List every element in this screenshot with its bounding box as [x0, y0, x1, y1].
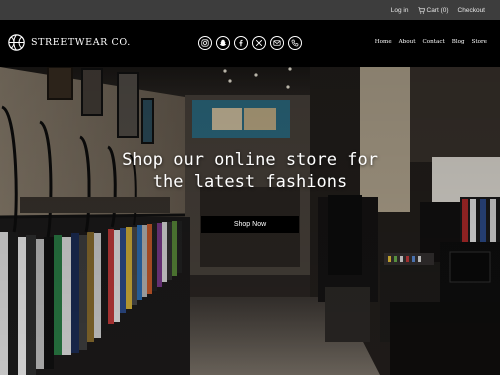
hero-headline: Shop our online store for the latest fas…	[0, 149, 500, 193]
top-utility-bar: Log in Cart (0) Checkout	[0, 0, 500, 20]
phone-button[interactable]	[288, 36, 302, 50]
checkout-link[interactable]: Checkout	[458, 7, 485, 14]
instagram-button[interactable]	[198, 36, 212, 50]
x-icon	[255, 39, 263, 47]
hero-headline-line-2: the latest fashions	[152, 172, 348, 192]
facebook-icon	[239, 39, 243, 47]
basketball-icon	[8, 34, 25, 51]
cart-icon	[417, 6, 425, 14]
brand-logo[interactable]: STREETWEAR CO.	[8, 34, 131, 51]
nav-item-about[interactable]: About	[399, 39, 416, 45]
account-links: Log in Cart (0) Checkout	[391, 0, 485, 20]
phone-icon	[291, 39, 299, 47]
nav-item-blog[interactable]: Blog	[452, 39, 465, 45]
login-link[interactable]: Log in	[391, 7, 409, 14]
nav-item-home[interactable]: Home	[375, 39, 392, 45]
cart-label: Cart (0)	[426, 6, 449, 14]
email-icon	[273, 40, 281, 46]
facebook-button[interactable]	[234, 36, 248, 50]
site-header: STREETWEAR CO. Home About Contact Blog S…	[0, 20, 500, 67]
social-links	[198, 36, 302, 50]
hero-headline-line-1: Shop our online store for	[122, 150, 378, 170]
x-button[interactable]	[252, 36, 266, 50]
main-nav: Home About Contact Blog Store	[375, 39, 487, 45]
hero-banner: Shop our online store for the latest fas…	[0, 67, 500, 375]
email-button[interactable]	[270, 36, 284, 50]
nav-item-store[interactable]: Store	[472, 39, 487, 45]
nav-item-contact[interactable]: Contact	[422, 39, 444, 45]
instagram-icon	[201, 39, 209, 47]
brand-name: STREETWEAR CO.	[31, 37, 131, 48]
cart-link[interactable]: Cart (0)	[417, 6, 449, 14]
shop-now-button[interactable]: Shop Now	[201, 216, 299, 233]
snapchat-button[interactable]	[216, 36, 230, 50]
snapchat-icon	[219, 39, 227, 47]
